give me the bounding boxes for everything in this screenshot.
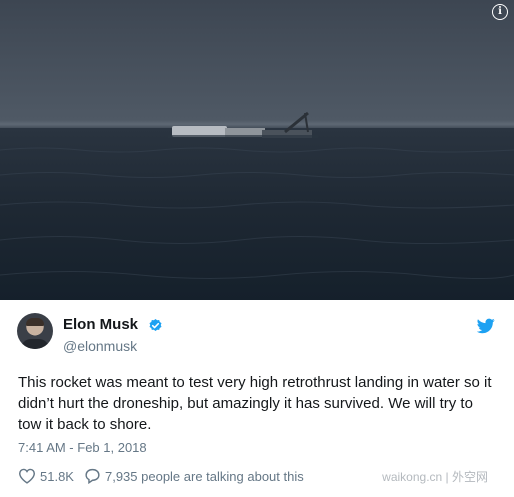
watermark: waikong.cn | 外空网 [382,470,488,484]
speech-bubble-icon[interactable] [84,468,101,484]
author-name[interactable]: Elon Musk [63,316,138,333]
twitter-bird-icon[interactable] [477,318,495,334]
heart-icon[interactable] [18,468,36,484]
conversation-count[interactable]: 7,935 people are talking about this [105,469,304,484]
like-count[interactable]: 51.8K [40,469,74,484]
tweet-text: This rocket was meant to test very high … [18,374,492,433]
author-handle[interactable]: @elonmusk [63,338,137,354]
tweet-timestamp[interactable]: 7:41 AM - Feb 1, 2018 [18,440,147,455]
avatar[interactable] [17,313,53,349]
verified-badge-icon [149,318,162,331]
tweet-actions: 51.8K 7,935 people are talking about thi… [18,466,304,486]
tweet-card: Elon Musk @elonmusk This rocket was mean… [0,300,514,497]
tweet-photo[interactable]: i [0,0,514,300]
rocket-in-ocean-image [0,111,514,279]
info-icon[interactable]: i [492,4,508,20]
